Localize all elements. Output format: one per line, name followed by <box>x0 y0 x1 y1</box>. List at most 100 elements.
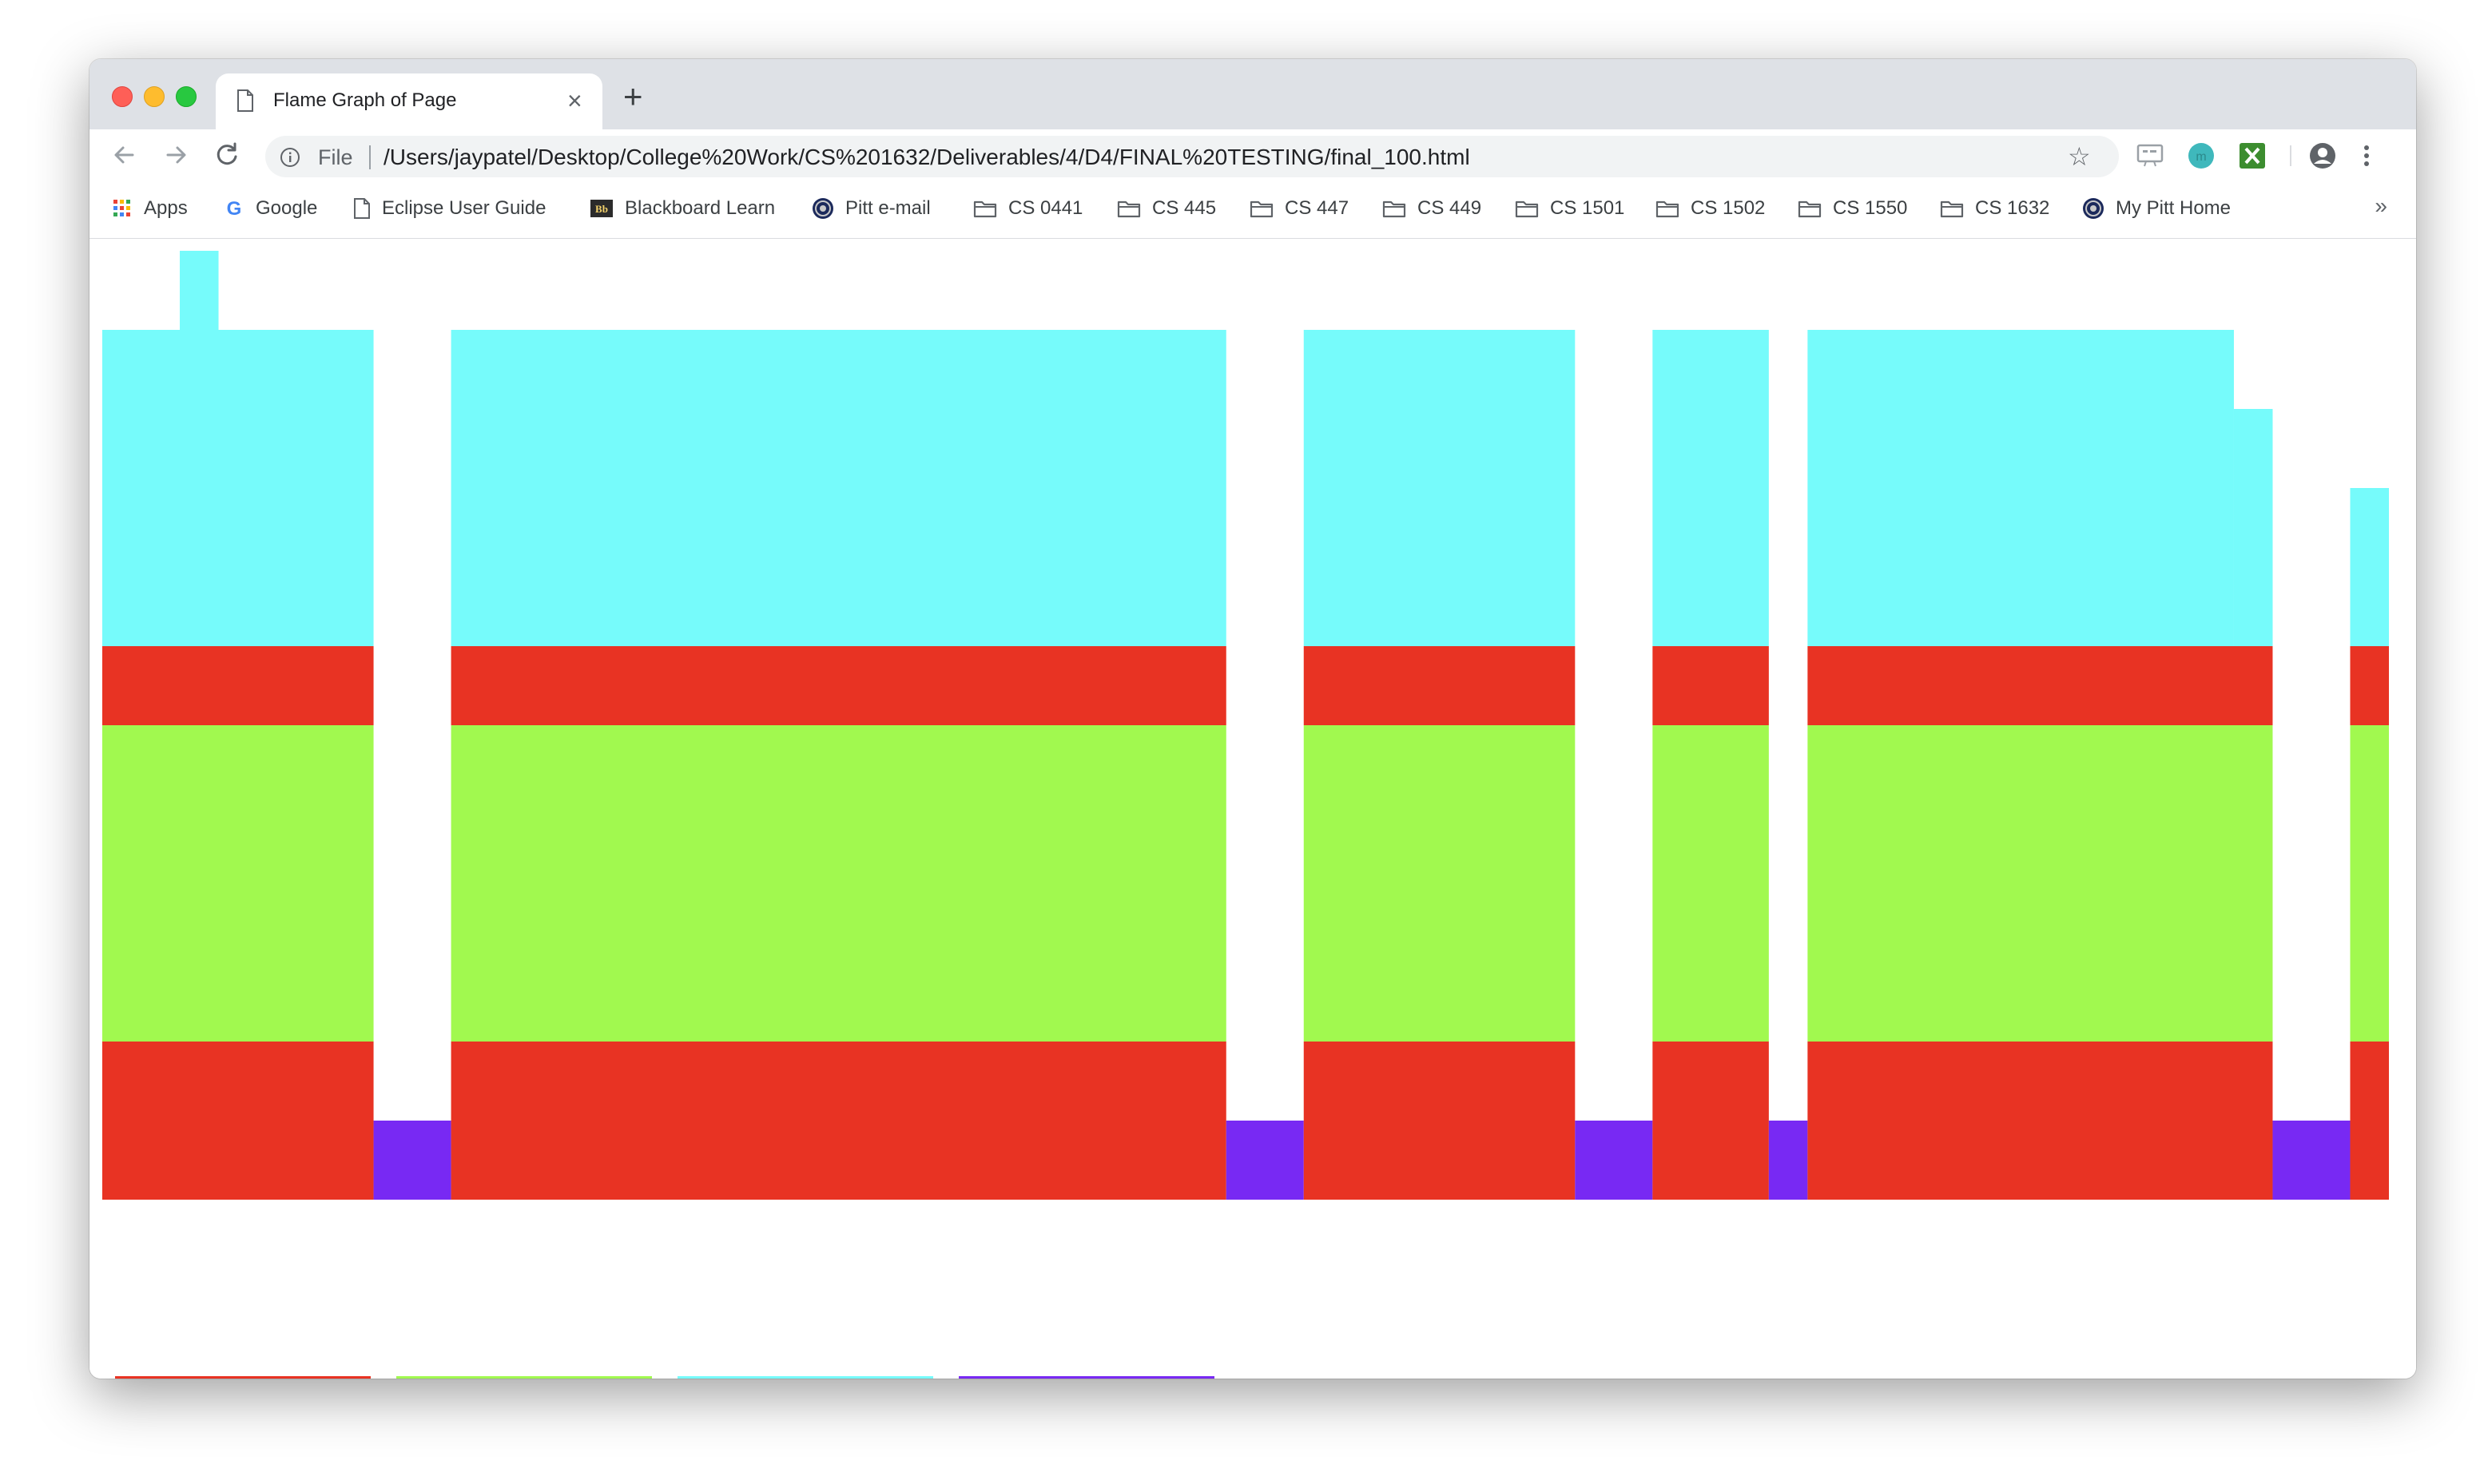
flame-graph <box>102 251 2389 1200</box>
bookmark-label: Blackboard Learn <box>625 197 776 219</box>
new-tab-button[interactable]: + <box>623 77 643 117</box>
bookmarks-more-button[interactable]: » <box>2375 193 2387 219</box>
flame-frame-helper[interactable] <box>1652 330 1769 646</box>
scheme-divider <box>369 145 371 169</box>
info-icon[interactable] <box>280 147 300 172</box>
flame-frame-verifier[interactable] <box>1807 1042 2273 1121</box>
bookmark-label: Eclipse User Guide <box>382 197 546 219</box>
forward-icon[interactable] <box>158 137 193 173</box>
pitt-seal-icon <box>2082 197 2104 220</box>
bookmark-label: CS 447 <box>1285 197 1349 219</box>
close-window-icon[interactable] <box>112 86 133 107</box>
folder-icon <box>1655 199 1679 218</box>
flame-frame-verifier[interactable] <box>1807 1121 2273 1200</box>
bookmark-google[interactable]: G Google <box>224 196 318 220</box>
bookmark-cs-1501[interactable]: CS 1501 <box>1515 196 1624 220</box>
folder-icon <box>1798 199 1822 218</box>
reload-icon[interactable] <box>209 137 244 173</box>
blackboard-icon: Bb <box>590 199 614 218</box>
flame-frame-verifier[interactable] <box>451 1121 1226 1200</box>
bookmark-apps[interactable]: Apps <box>112 196 188 220</box>
pitt-seal-icon <box>812 197 834 220</box>
flame-frame-verifier[interactable] <box>1303 646 1576 725</box>
bookmark-label: CS 1550 <box>1833 197 1908 219</box>
page-icon <box>236 89 254 116</box>
folder-icon <box>1250 199 1274 218</box>
flame-frame-helper[interactable] <box>1807 330 2234 646</box>
flame-frame-other[interactable] <box>1575 1121 1653 1200</box>
flame-frame-helper[interactable] <box>2233 409 2273 646</box>
back-icon[interactable] <box>107 137 142 173</box>
flame-frame-verifier[interactable] <box>102 646 374 725</box>
flame-frame-verifier[interactable] <box>2350 1042 2389 1121</box>
flame-frame-flamegraph[interactable] <box>1652 725 1769 1042</box>
bookmark-cs-1550[interactable]: CS 1550 <box>1798 196 1907 220</box>
flame-frame-verifier[interactable] <box>102 1121 374 1200</box>
flame-frame-helper[interactable] <box>180 251 219 330</box>
bookmark-cs-1632[interactable]: CS 1632 <box>1940 196 2049 220</box>
spreadsheet-extension-icon[interactable] <box>2239 142 2266 173</box>
svg-text:G: G <box>227 198 242 219</box>
bookmark-blackboard-learn[interactable]: Bb Blackboard Learn <box>590 196 775 220</box>
tab-flame-graph[interactable]: Flame Graph of Page × <box>216 73 602 129</box>
bookmark-star-icon[interactable]: ☆ <box>2068 142 2091 171</box>
flame-frame-flamegraph[interactable] <box>1807 725 2273 1042</box>
flame-frame-flamegraph[interactable] <box>451 725 1226 1042</box>
flame-frame-verifier[interactable] <box>1807 646 2273 725</box>
bookmark-label: Google <box>256 197 318 219</box>
svg-text:Bb: Bb <box>595 203 608 215</box>
bookmark-pitt-e-mail[interactable]: Pitt e-mail <box>812 196 931 220</box>
close-tab-icon[interactable]: × <box>567 85 582 117</box>
flame-frame-verifier[interactable] <box>2350 1121 2389 1200</box>
teal-extension-icon[interactable]: m <box>2188 142 2215 173</box>
flame-frame-verifier[interactable] <box>1652 1121 1769 1200</box>
address-bar[interactable]: File /Users/jaypatel/Desktop/College%20W… <box>265 136 2119 177</box>
google-icon: G <box>224 198 244 219</box>
flame-frame-helper[interactable] <box>1303 330 1576 646</box>
maximize-window-icon[interactable] <box>176 86 197 107</box>
bookmark-label: CS 1501 <box>1550 197 1625 219</box>
flame-frame-flamegraph[interactable] <box>1303 725 1576 1042</box>
flame-frame-verifier[interactable] <box>451 646 1226 725</box>
flame-frame-other[interactable] <box>1226 1121 1304 1200</box>
flame-frame-verifier[interactable] <box>2350 646 2389 725</box>
bookmark-label: My Pitt Home <box>2116 197 2232 219</box>
flame-frame-other[interactable] <box>1768 1121 1808 1200</box>
flame-frame-verifier[interactable] <box>1652 646 1769 725</box>
flame-frame-verifier[interactable] <box>1652 1042 1769 1121</box>
flame-frame-verifier[interactable] <box>1303 1042 1576 1121</box>
bookmark-my-pitt-home[interactable]: My Pitt Home <box>2082 196 2231 220</box>
profile-avatar-icon[interactable] <box>2309 142 2336 173</box>
browser-window: Flame Graph of Page × + File /Users/jayp… <box>89 59 2416 1379</box>
menu-kebab-icon[interactable] <box>2359 142 2375 173</box>
bookmark-label: Pitt e-mail <box>845 197 931 219</box>
page-icon <box>353 198 371 219</box>
flame-frame-other[interactable] <box>373 1121 451 1200</box>
flame-frame-flamegraph[interactable] <box>2350 725 2389 1042</box>
flame-frame-helper[interactable] <box>451 330 1226 646</box>
bookmark-label: Apps <box>144 197 188 219</box>
url-text[interactable]: /Users/jaypatel/Desktop/College%20Work/C… <box>384 145 1470 170</box>
bookmark-label: CS 449 <box>1417 197 1482 219</box>
bookmark-cs-447[interactable]: CS 447 <box>1250 196 1349 220</box>
flame-frame-flamegraph[interactable] <box>102 725 374 1042</box>
bookmark-cs-445[interactable]: CS 445 <box>1117 196 1216 220</box>
legend-item: (9 samples - 15.00%) <box>959 1376 1214 1379</box>
minimize-window-icon[interactable] <box>144 86 165 107</box>
flame-frame-verifier[interactable] <box>451 1042 1226 1121</box>
folder-icon <box>1382 199 1406 218</box>
flame-frame-other[interactable] <box>2272 1121 2351 1200</box>
flame-frame-helper[interactable] <box>2350 488 2389 646</box>
apps-grid-icon <box>112 198 133 219</box>
bookmark-eclipse-user-guide[interactable]: Eclipse User Guide <box>353 196 546 220</box>
flame-frame-helper[interactable] <box>102 330 374 646</box>
bookmark-label: CS 1632 <box>1975 197 2050 219</box>
folder-icon <box>973 199 997 218</box>
bookmark-cs-1502[interactable]: CS 1502 <box>1655 196 1765 220</box>
bookmark-cs-449[interactable]: CS 449 <box>1382 196 1481 220</box>
flame-frame-verifier[interactable] <box>1303 1121 1576 1200</box>
cast-extension-icon[interactable] <box>2136 142 2164 172</box>
flame-frame-verifier[interactable] <box>102 1042 374 1121</box>
toolbar: File /Users/jaypatel/Desktop/College%20W… <box>89 129 2416 181</box>
bookmark-cs-0441[interactable]: CS 0441 <box>973 196 1083 220</box>
